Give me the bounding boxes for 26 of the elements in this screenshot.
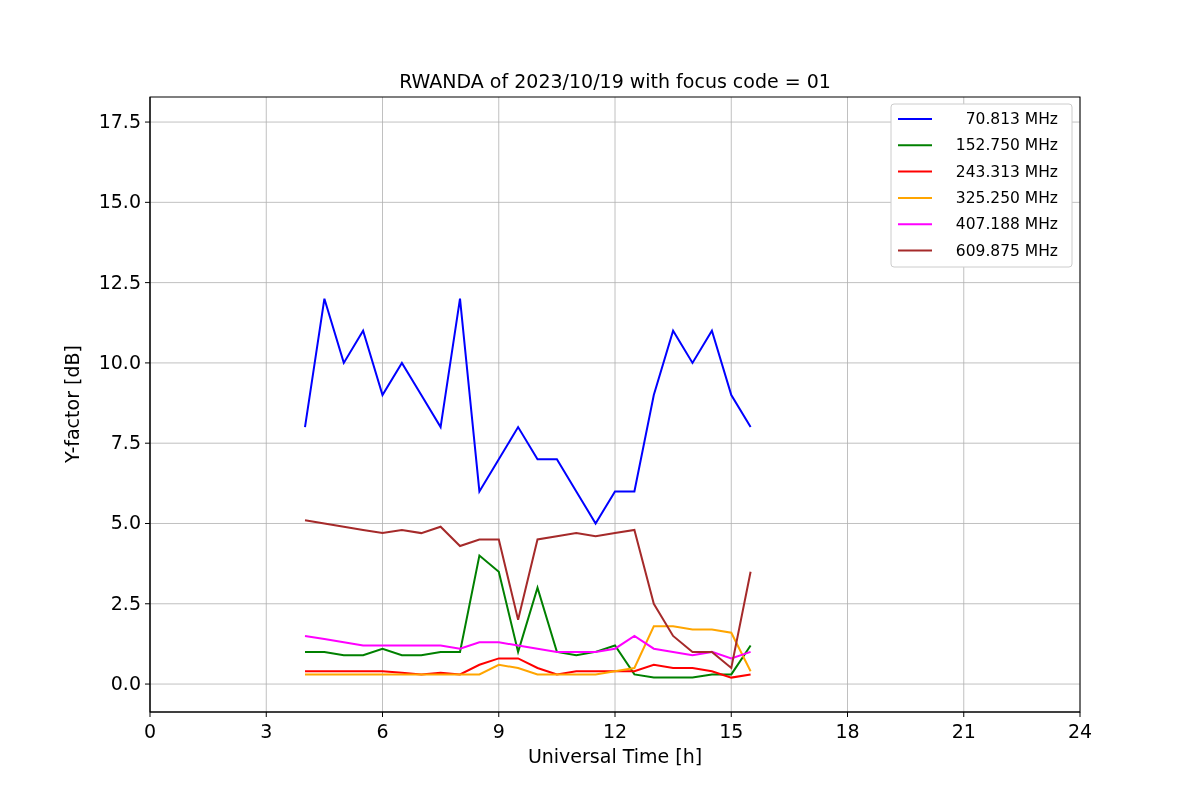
x-tick-label: 9 <box>492 720 505 742</box>
legend-label: 70.813 MHz <box>965 110 1058 128</box>
y-tick-label: 0.0 <box>110 672 141 695</box>
y-tick-label: 15.0 <box>98 190 141 213</box>
x-tick-label: 21 <box>951 720 976 742</box>
y-tick-label: 5.0 <box>110 511 141 534</box>
y-tick-label: 10.0 <box>98 350 141 373</box>
x-axis-label: Universal Time [h] <box>527 745 703 767</box>
y-tick-label: 12.5 <box>98 270 141 293</box>
y-tick-label: 7.5 <box>110 431 141 454</box>
legend-label: 243.313 MHz <box>955 162 1058 181</box>
legend-label: 325.250 MHz <box>955 188 1058 207</box>
legend-label: 609.875 MHz <box>955 241 1058 260</box>
y-tick-label: 17.5 <box>98 110 141 133</box>
chart-title: RWANDA of 2023/10/19 with focus code = 01 <box>399 70 831 92</box>
x-tick-label: 15 <box>719 720 744 742</box>
x-tick-label: 24 <box>1067 720 1093 742</box>
y-axis-label: Y-factor [dB] <box>61 345 83 463</box>
x-tick-label: 18 <box>835 720 860 742</box>
x-tick-label: 6 <box>376 720 389 742</box>
x-tick-label: 3 <box>260 720 273 742</box>
legend-label: 152.750 MHz <box>955 136 1058 155</box>
y-tick-label: 2.5 <box>110 591 141 614</box>
legend-label: 407.188 MHz <box>955 215 1058 234</box>
x-tick-label: 12 <box>602 720 628 742</box>
x-tick-label: 0 <box>143 720 157 742</box>
